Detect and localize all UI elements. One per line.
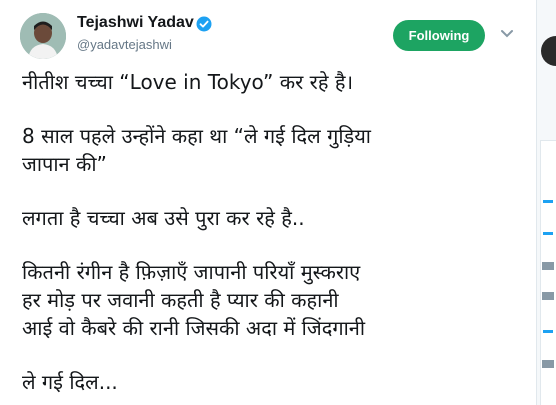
background-avatar xyxy=(541,36,556,66)
user-handle[interactable]: @yadavtejashwi xyxy=(77,37,172,52)
tweet-paragraph: नीतीश चच्चा “Love in Tokyo” कर रहे है। xyxy=(22,70,354,94)
tweet-paragraph: कितनी रंगीन है फ़िज़ाएँ जापानी परियाँ मु… xyxy=(22,260,366,340)
chevron-down-icon[interactable] xyxy=(500,29,514,39)
background-link xyxy=(543,200,553,203)
background-thumb xyxy=(542,360,554,368)
tweet-card: Tejashwi Yadav @yadavtejashwi Following … xyxy=(0,0,536,405)
verified-badge-icon xyxy=(196,16,212,32)
following-button[interactable]: Following xyxy=(393,20,485,51)
background-thumb xyxy=(542,262,554,270)
tweet-text: नीतीश चच्चा “Love in Tokyo” कर रहे है। 8… xyxy=(22,68,527,396)
background-link xyxy=(543,232,553,235)
background-thumb xyxy=(542,292,554,300)
background-link xyxy=(543,330,553,333)
tweet-paragraph: 8 साल पहले उन्होंने कहा था “ले गई दिल गु… xyxy=(22,124,371,176)
avatar[interactable] xyxy=(20,13,66,59)
tweet-paragraph: लगता है चच्चा अब उसे पुरा कर रहे है.. xyxy=(22,206,305,230)
display-name[interactable]: Tejashwi Yadav xyxy=(77,14,194,32)
background-page-strip xyxy=(536,0,556,405)
tweet-paragraph: ले गई दिल... xyxy=(22,370,118,394)
